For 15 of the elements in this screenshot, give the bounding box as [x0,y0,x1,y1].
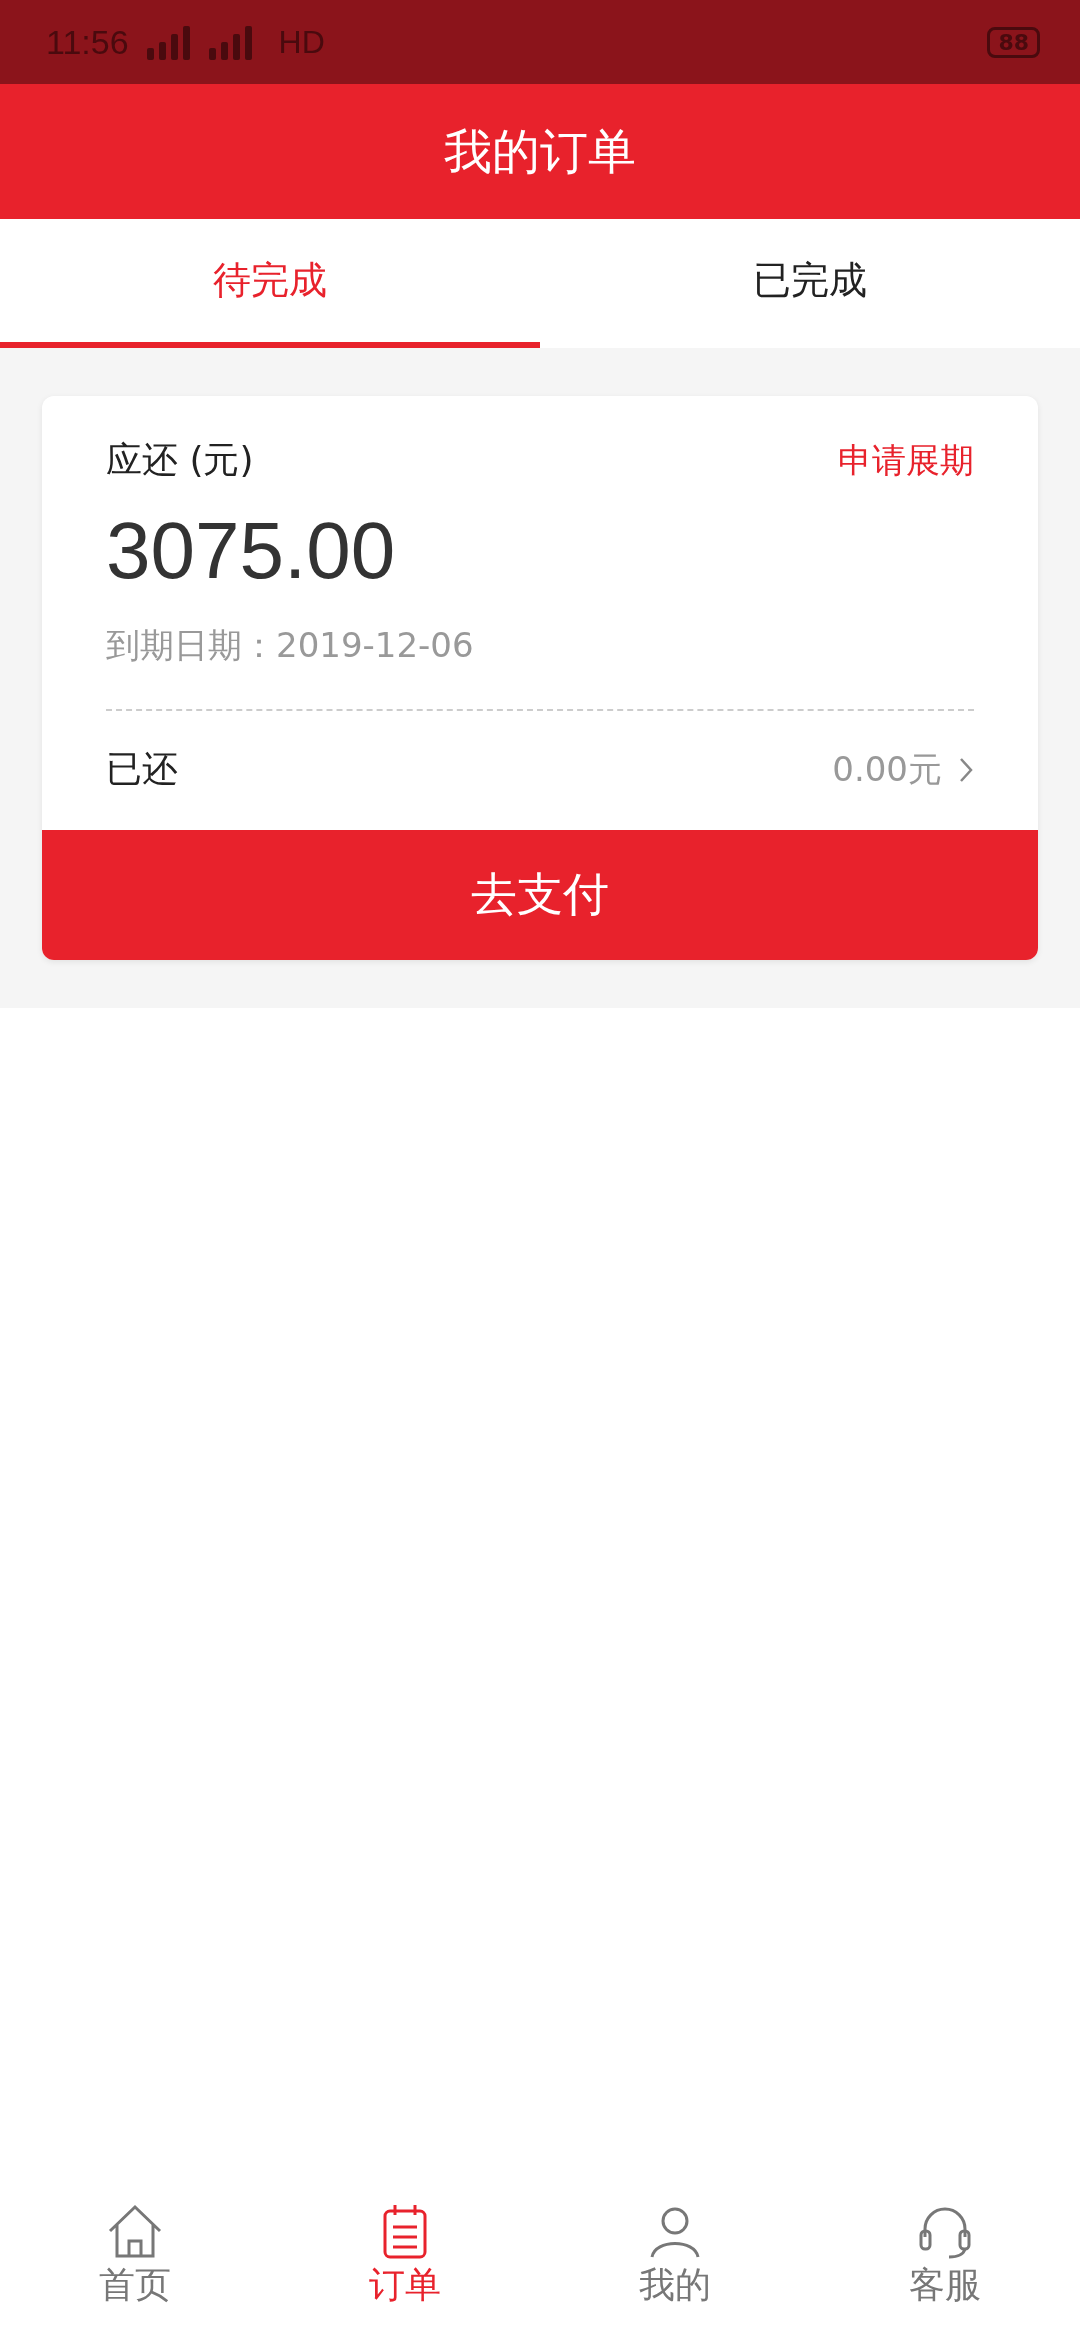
network-label: HD [278,23,325,61]
nav-tab[interactable]: 我的 [540,2180,810,2330]
nav-tab[interactable]: 首页 [0,2180,270,2330]
pay-button[interactable]: 去支付 [42,830,1038,960]
due-date: 到期日期：2019-12-06 [106,624,475,667]
amount-due: 3075.00 [106,505,397,597]
paid-amount: 0.00元 [832,747,942,791]
extend-link[interactable]: 申请展期 [838,437,974,484]
amount-label: 应还 (元) [106,438,254,482]
battery-indicator: 88 [987,26,1040,58]
nav-tab[interactable]: 订单 [270,2180,540,2330]
paid-label: 已还 [106,747,178,791]
nav-tab[interactable]: 客服 [810,2180,1080,2330]
page-title: 我的订单 [444,121,636,181]
status-time: 11:56 [46,22,129,62]
